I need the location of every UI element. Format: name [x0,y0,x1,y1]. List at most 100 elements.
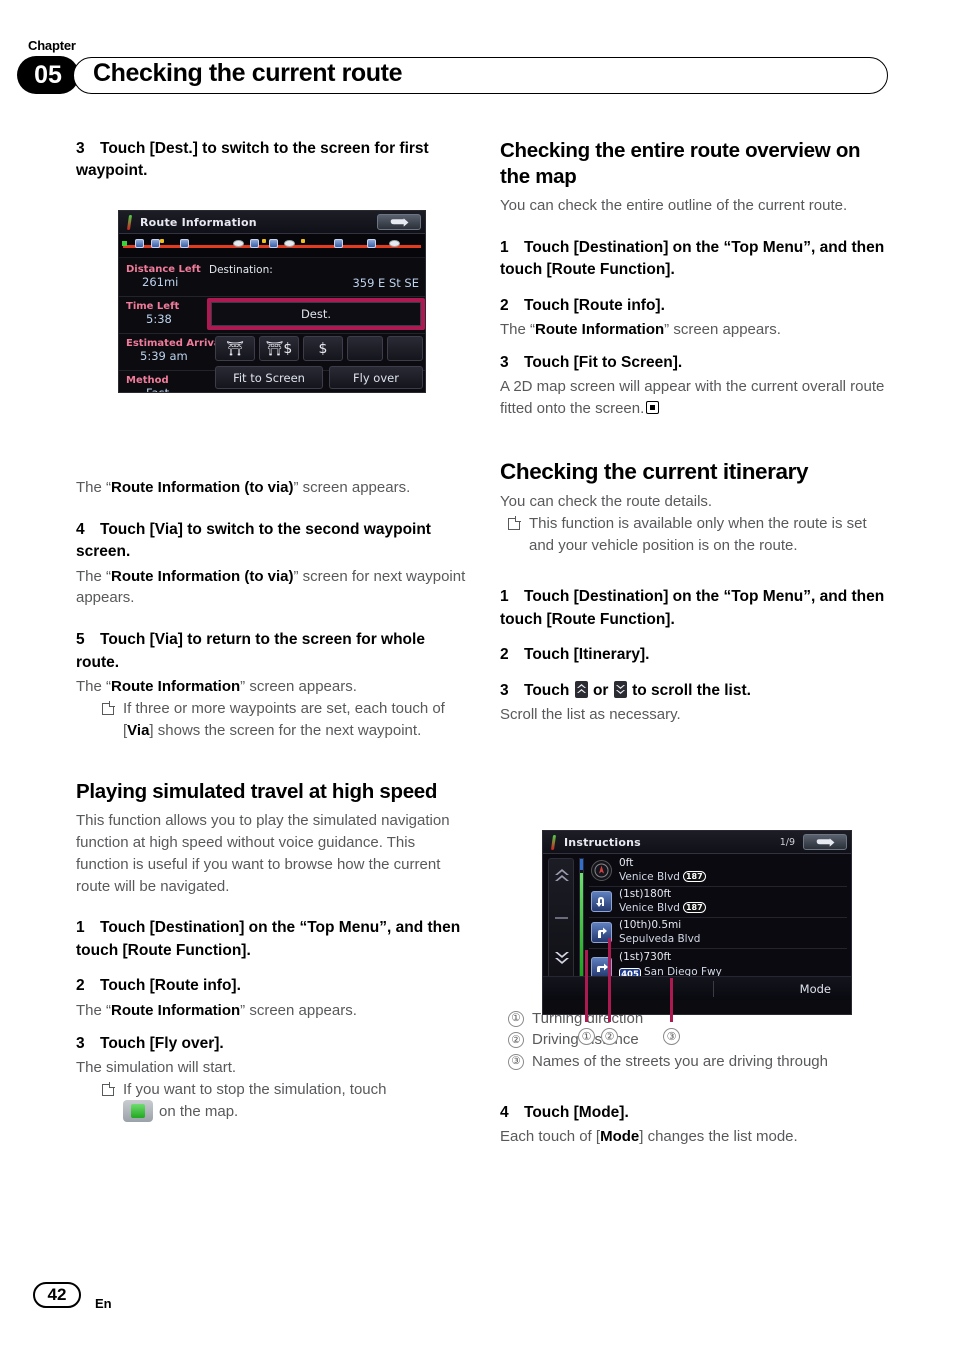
route-progress-bar [579,858,584,980]
step-text: Touch [Mode]. [524,1103,629,1121]
list-item[interactable]: (10th)0.5mi Sepulveda Blvd [589,918,847,949]
step-number: 3 [76,1034,85,1052]
list-item[interactable]: 0ft Venice Blvd 187 [589,856,847,887]
destination-label: Destination: [209,264,273,276]
destination-value: 359 E St SE [352,276,419,290]
text-pre: The “ [500,321,536,339]
text-bold: Route Information (to via) [111,478,294,496]
section-intro-itinerary: You can check the route details. [500,493,713,511]
note-post: on the map. [159,1103,239,1121]
freeway-icon-button[interactable]: ⛩ [215,336,255,361]
item-distance: (1st)730ft [619,951,672,963]
item-distance: (1st)180ft [619,888,672,900]
chapter-number-badge: 05 [17,56,79,94]
itinerary-step-4: 4 Touch [Mode]. [500,1102,890,1124]
left-column: 3 Touch [Dest.] to switch to the screen f… [76,138,466,1123]
empty-button-2[interactable] [387,336,423,361]
empty-button-1[interactable] [347,336,383,361]
time-left-label: Time Left [126,301,180,312]
scroll-up-icon[interactable] [553,867,571,889]
text-pre: The “ [76,1001,112,1019]
note-bullet-icon [508,517,520,530]
method-field: Method Fast [126,375,170,393]
itinerary-step-1: 1 Touch [Destination] on the “Top Menu”, … [500,586,890,631]
method-value: Fast [146,386,170,393]
step-3-dest: 3 Touch [Dest.] to switch to the screen f… [76,138,466,183]
step-text-post: to scroll the list. [632,681,751,699]
itinerary-step-3-body: Scroll the list as necessary. [500,706,681,724]
route-alert-marker [301,239,305,243]
route-shield: 187 [682,902,706,913]
device-title-bar: Route Information [119,211,425,234]
text-bold: Route Information [111,678,241,696]
list-item[interactable]: (1st)180ft Venice Blvd 187 [589,887,847,918]
back-button[interactable] [803,834,847,850]
route-node [151,239,160,248]
route-node [250,239,259,248]
dest-button-highlight: Dest. [207,298,425,330]
itinerary-note: This function is available only when the… [500,513,890,557]
distance-left-value: 261mi [142,275,179,289]
distance-left-label: Distance Left [126,264,201,275]
distance-left-field: Distance Left 261mi [126,264,201,289]
step-text: Touch [Destination] on the “Top Menu”, a… [76,919,461,959]
toll-icon-button[interactable]: $ [303,336,343,361]
section-heading-current-itinerary: Checking the current itinerary [500,458,809,484]
callout-leader-2 [608,938,611,1022]
legend-item-2: ② Driving distance [500,1029,890,1050]
fly-over-button[interactable]: Fly over [329,366,423,389]
step-text: Touch [Destination] on the “Top Menu”, a… [500,238,885,279]
back-button[interactable] [377,214,421,230]
step-number: 5 [76,631,85,649]
overview-step-2-body: The “Route Information” screen appears. [500,319,890,341]
step-text: Touch [Via] to return to the screen for … [76,631,425,671]
route-start-marker [122,241,127,246]
eta-label: Estimated Arrival [126,338,225,349]
note-text: If three or more waypoints are set, each… [123,698,466,742]
route-info-body: Distance Left 261mi Destination: 359 E S… [119,258,425,392]
overview-step-1: 1 Touch [Destination] on the “Top Menu”, … [500,237,890,282]
scroll-down-icon[interactable] [613,680,627,698]
section-heading-entire-route-overview: Checking the entire route overview on th… [500,139,861,189]
fit-to-screen-button[interactable]: Fit to Screen [215,366,323,389]
eta-value: 5:39 am [140,349,188,363]
figure-route-information: Route Information Distance Left 261mi De… [118,210,426,393]
compass-icon [591,860,612,881]
text-post: ] changes the list mode. [639,1128,798,1146]
itinerary-step-4-body: Each touch of [Mode] changes the list mo… [500,1126,890,1148]
divider [119,333,425,334]
legend-marker: ③ [508,1053,524,1070]
step-5-note: If three or more waypoints are set, each… [76,698,466,742]
route-node [180,239,189,248]
page-title: Checking the current route [93,59,403,87]
callout-number-3: ③ [663,1028,680,1045]
callout-number-2: ② [601,1028,618,1045]
dest-button[interactable]: Dest. [211,302,421,326]
section-heading-playing-simulated: Playing simulated travel at high speed [76,780,438,804]
mode-button[interactable]: Mode [800,982,831,996]
scroll-up-icon[interactable] [574,680,588,698]
item-street: Venice Blvd 187 [619,871,706,883]
note-bullet-icon [102,702,114,715]
overview-step-3: 3 Touch [Fit to Screen]. [500,352,890,374]
current-position-marker [580,859,583,870]
step-text: Touch [Via] to switch to the second wayp… [76,520,431,561]
overview-step-3-body: A 2D map screen will appear with the cur… [500,376,890,420]
scroll-down-icon[interactable] [553,949,571,971]
stop-simulation-icon [123,1100,153,1123]
route-info-to-via-note: The “Route Information (to via)” screen … [76,477,466,499]
instructions-body: 0ft Venice Blvd 187 (1st)180ft Venice Blv… [543,854,851,1000]
freeway-toll-icon-button[interactable]: ⛩$ [259,336,299,361]
section-intro-overview: You can check the entire outline of the … [500,197,848,215]
step-2-route-info: 2 Touch [Route info]. [76,975,466,997]
route-alert-marker [160,239,164,243]
step-number: 2 [500,296,509,314]
street-name: Sepulveda Blvd [619,933,701,945]
note-bullet-icon [102,1083,114,1096]
scrollbar[interactable] [548,858,574,980]
step-number: 3 [76,140,85,157]
text-post: ” screen appears. [240,1001,357,1019]
step-text: Touch [Fly over]. [100,1034,224,1052]
street-name: Venice Blvd [619,871,680,883]
callout-number-1: ① [578,1028,595,1045]
